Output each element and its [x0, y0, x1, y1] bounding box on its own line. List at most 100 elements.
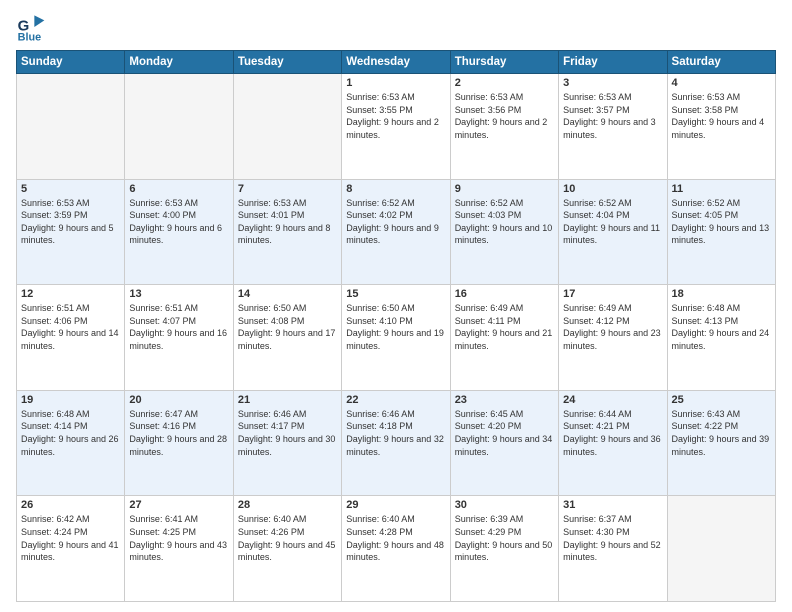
day-number: 25	[672, 394, 771, 406]
day-info: Sunrise: 6:44 AMSunset: 4:21 PMDaylight:…	[563, 408, 662, 458]
day-number: 3	[563, 77, 662, 89]
day-number: 19	[21, 394, 120, 406]
calendar-cell: 23 Sunrise: 6:45 AMSunset: 4:20 PMDayligh…	[450, 390, 558, 496]
calendar-cell: 30 Sunrise: 6:39 AMSunset: 4:29 PMDayligh…	[450, 496, 558, 602]
calendar-cell: 29 Sunrise: 6:40 AMSunset: 4:28 PMDayligh…	[342, 496, 450, 602]
day-info: Sunrise: 6:43 AMSunset: 4:22 PMDaylight:…	[672, 408, 771, 458]
day-number: 30	[455, 499, 554, 511]
calendar-cell	[17, 74, 125, 180]
logo: G Blue	[16, 12, 50, 42]
calendar-cell: 31Sunrise: 6:37 AMSunset: 4:30 PMDayligh…	[559, 496, 667, 602]
day-info: Sunrise: 6:48 AMSunset: 4:13 PMDaylight:…	[672, 302, 771, 352]
header: G Blue	[16, 12, 776, 42]
calendar-week-row: 5 Sunrise: 6:53 AMSunset: 3:59 PMDaylight…	[17, 179, 776, 285]
calendar-cell: 8 Sunrise: 6:52 AMSunset: 4:02 PMDaylight…	[342, 179, 450, 285]
day-number: 11	[672, 183, 771, 195]
day-info: Sunrise: 6:52 AMSunset: 4:02 PMDaylight:…	[346, 197, 445, 247]
day-info: Sunrise: 6:53 AMSunset: 3:58 PMDaylight:…	[672, 91, 771, 141]
calendar-cell	[667, 496, 775, 602]
calendar-week-row: 19 Sunrise: 6:48 AMSunset: 4:14 PMDayligh…	[17, 390, 776, 496]
weekday-header-monday: Monday	[125, 51, 233, 74]
day-number: 27	[129, 499, 228, 511]
day-info: Sunrise: 6:49 AMSunset: 4:12 PMDaylight:…	[563, 302, 662, 352]
day-info: Sunrise: 6:51 AMSunset: 4:07 PMDaylight:…	[129, 302, 228, 352]
day-number: 5	[21, 183, 120, 195]
calendar-cell: 17 Sunrise: 6:49 AMSunset: 4:12 PMDayligh…	[559, 285, 667, 391]
day-number: 2	[455, 77, 554, 89]
day-info: Sunrise: 6:41 AMSunset: 4:25 PMDaylight:…	[129, 513, 228, 563]
day-number: 12	[21, 288, 120, 300]
calendar-cell: 26Sunrise: 6:42 AMSunset: 4:24 PMDayligh…	[17, 496, 125, 602]
day-info: Sunrise: 6:52 AMSunset: 4:05 PMDaylight:…	[672, 197, 771, 247]
calendar-cell: 4 Sunrise: 6:53 AMSunset: 3:58 PMDaylight…	[667, 74, 775, 180]
weekday-header-tuesday: Tuesday	[233, 51, 341, 74]
day-info: Sunrise: 6:51 AMSunset: 4:06 PMDaylight:…	[21, 302, 120, 352]
logo-icon: G Blue	[16, 12, 46, 42]
calendar-cell: 28Sunrise: 6:40 AMSunset: 4:26 PMDayligh…	[233, 496, 341, 602]
page: G Blue SundayMondayTuesdayWednesdayThurs…	[0, 0, 792, 612]
day-info: Sunrise: 6:52 AMSunset: 4:03 PMDaylight:…	[455, 197, 554, 247]
day-info: Sunrise: 6:53 AMSunset: 3:59 PMDaylight:…	[21, 197, 120, 247]
day-number: 6	[129, 183, 228, 195]
weekday-header-wednesday: Wednesday	[342, 51, 450, 74]
day-info: Sunrise: 6:48 AMSunset: 4:14 PMDaylight:…	[21, 408, 120, 458]
calendar-cell: 25 Sunrise: 6:43 AMSunset: 4:22 PMDayligh…	[667, 390, 775, 496]
calendar-cell: 2 Sunrise: 6:53 AMSunset: 3:56 PMDaylight…	[450, 74, 558, 180]
day-number: 26	[21, 499, 120, 511]
day-number: 31	[563, 499, 662, 511]
calendar-cell: 10 Sunrise: 6:52 AMSunset: 4:04 PMDayligh…	[559, 179, 667, 285]
calendar-table: SundayMondayTuesdayWednesdayThursdayFrid…	[16, 50, 776, 602]
calendar-cell: 7Sunrise: 6:53 AMSunset: 4:01 PMDaylight…	[233, 179, 341, 285]
day-number: 28	[238, 499, 337, 511]
day-number: 20	[129, 394, 228, 406]
day-number: 21	[238, 394, 337, 406]
calendar-cell: 21 Sunrise: 6:46 AMSunset: 4:17 PMDayligh…	[233, 390, 341, 496]
day-info: Sunrise: 6:53 AMSunset: 3:57 PMDaylight:…	[563, 91, 662, 141]
weekday-header-sunday: Sunday	[17, 51, 125, 74]
calendar-cell: 22 Sunrise: 6:46 AMSunset: 4:18 PMDayligh…	[342, 390, 450, 496]
calendar-cell: 9 Sunrise: 6:52 AMSunset: 4:03 PMDaylight…	[450, 179, 558, 285]
day-info: Sunrise: 6:47 AMSunset: 4:16 PMDaylight:…	[129, 408, 228, 458]
calendar-cell: 12 Sunrise: 6:51 AMSunset: 4:06 PMDayligh…	[17, 285, 125, 391]
day-number: 29	[346, 499, 445, 511]
weekday-header-saturday: Saturday	[667, 51, 775, 74]
calendar-cell	[125, 74, 233, 180]
day-info: Sunrise: 6:40 AMSunset: 4:28 PMDaylight:…	[346, 513, 445, 563]
calendar-cell: 18 Sunrise: 6:48 AMSunset: 4:13 PMDayligh…	[667, 285, 775, 391]
day-info: Sunrise: 6:52 AMSunset: 4:04 PMDaylight:…	[563, 197, 662, 247]
day-info: Sunrise: 6:46 AMSunset: 4:17 PMDaylight:…	[238, 408, 337, 458]
day-number: 23	[455, 394, 554, 406]
calendar-cell: 13 Sunrise: 6:51 AMSunset: 4:07 PMDayligh…	[125, 285, 233, 391]
day-number: 14	[238, 288, 337, 300]
day-number: 8	[346, 183, 445, 195]
day-number: 10	[563, 183, 662, 195]
calendar-cell: 20 Sunrise: 6:47 AMSunset: 4:16 PMDayligh…	[125, 390, 233, 496]
day-number: 7	[238, 183, 337, 195]
day-number: 17	[563, 288, 662, 300]
day-info: Sunrise: 6:53 AMSunset: 3:55 PMDaylight:…	[346, 91, 445, 141]
day-info: Sunrise: 6:46 AMSunset: 4:18 PMDaylight:…	[346, 408, 445, 458]
day-number: 13	[129, 288, 228, 300]
calendar-cell: 24 Sunrise: 6:44 AMSunset: 4:21 PMDayligh…	[559, 390, 667, 496]
day-info: Sunrise: 6:45 AMSunset: 4:20 PMDaylight:…	[455, 408, 554, 458]
day-number: 4	[672, 77, 771, 89]
day-info: Sunrise: 6:53 AMSunset: 4:00 PMDaylight:…	[129, 197, 228, 247]
weekday-header-thursday: Thursday	[450, 51, 558, 74]
day-number: 18	[672, 288, 771, 300]
calendar-cell: 14Sunrise: 6:50 AMSunset: 4:08 PMDayligh…	[233, 285, 341, 391]
calendar-cell	[233, 74, 341, 180]
calendar-week-row: 1 Sunrise: 6:53 AMSunset: 3:55 PMDaylight…	[17, 74, 776, 180]
calendar-week-row: 26Sunrise: 6:42 AMSunset: 4:24 PMDayligh…	[17, 496, 776, 602]
calendar-header-row: SundayMondayTuesdayWednesdayThursdayFrid…	[17, 51, 776, 74]
day-number: 1	[346, 77, 445, 89]
day-number: 9	[455, 183, 554, 195]
day-number: 24	[563, 394, 662, 406]
day-info: Sunrise: 6:53 AMSunset: 3:56 PMDaylight:…	[455, 91, 554, 141]
calendar-cell: 11 Sunrise: 6:52 AMSunset: 4:05 PMDayligh…	[667, 179, 775, 285]
day-info: Sunrise: 6:39 AMSunset: 4:29 PMDaylight:…	[455, 513, 554, 563]
calendar-cell: 27 Sunrise: 6:41 AMSunset: 4:25 PMDayligh…	[125, 496, 233, 602]
day-number: 22	[346, 394, 445, 406]
calendar-cell: 5 Sunrise: 6:53 AMSunset: 3:59 PMDaylight…	[17, 179, 125, 285]
calendar-cell: 1 Sunrise: 6:53 AMSunset: 3:55 PMDaylight…	[342, 74, 450, 180]
calendar-cell: 19 Sunrise: 6:48 AMSunset: 4:14 PMDayligh…	[17, 390, 125, 496]
